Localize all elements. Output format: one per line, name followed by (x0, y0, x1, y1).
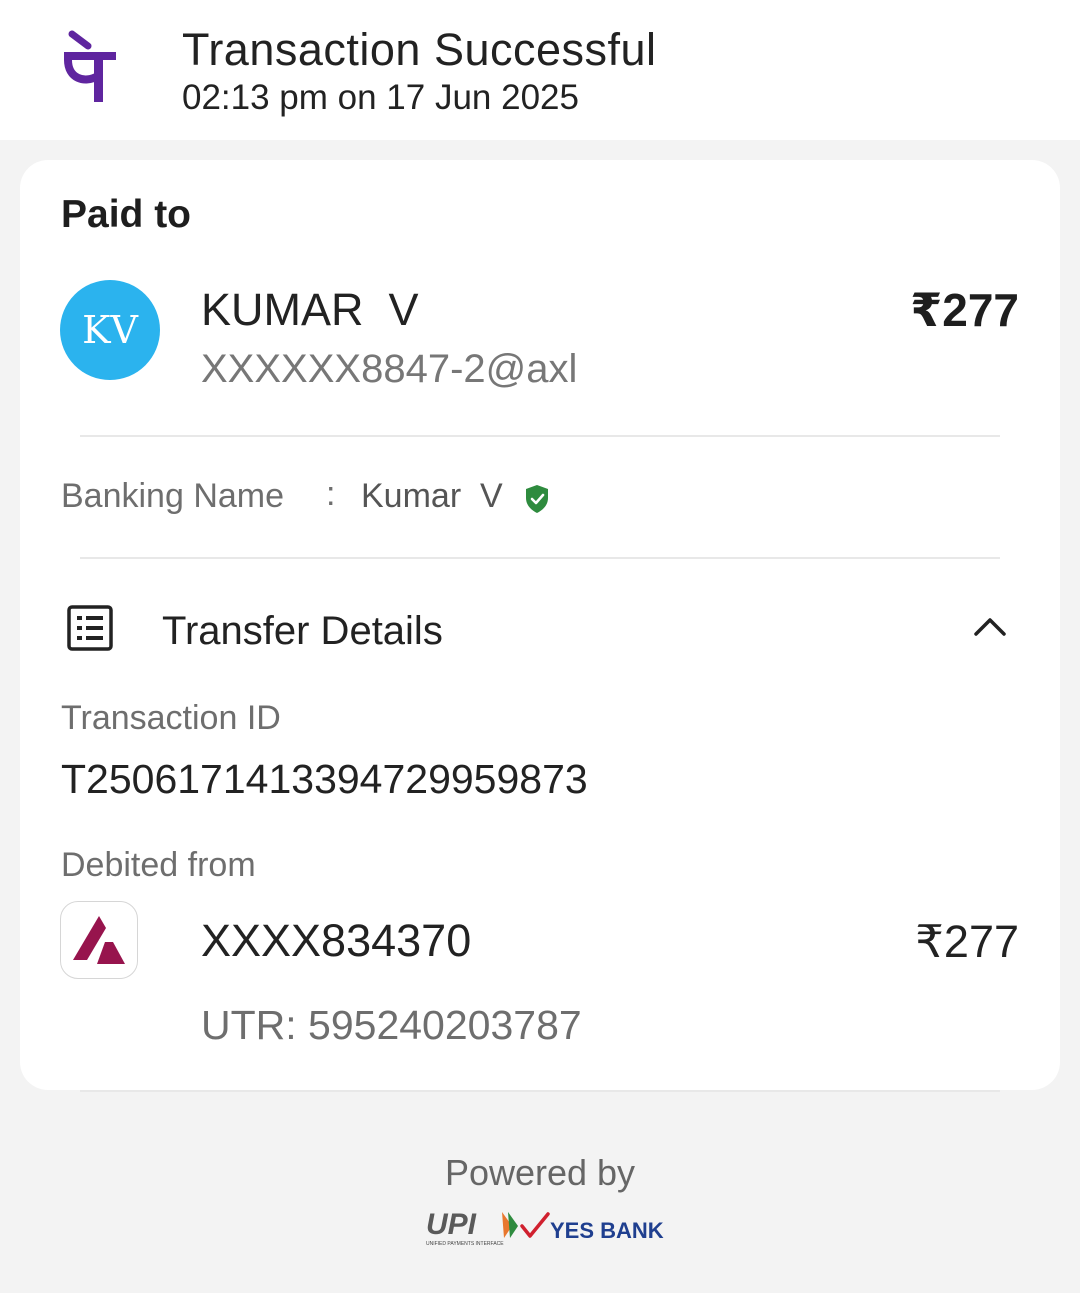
yes-bank-logo: YES BANK (520, 1212, 664, 1243)
upi-logo-text: UPI (426, 1208, 477, 1241)
transaction-status-title: Transaction Successful (182, 24, 657, 75)
upi-yes-bank-logos: UPI UNIFIED PAYMENTS INTERFACE YES BANK (426, 1208, 664, 1247)
transaction-datetime: 02:13 pm on 17 Jun 2025 (182, 78, 579, 117)
utr-number: UTR: 595240203787 (201, 1002, 582, 1048)
upi-tagline: UNIFIED PAYMENTS INTERFACE (426, 1241, 504, 1247)
transaction-id-value: T2506171413394729959873 (61, 756, 588, 802)
phonepe-logo-icon (64, 30, 116, 102)
paid-to-heading: Paid to (61, 193, 192, 236)
divider (80, 557, 1000, 559)
powered-by-text: Powered by (444, 1152, 636, 1193)
debited-from-label: Debited from (61, 846, 256, 884)
chevron-up-icon[interactable] (972, 614, 1008, 640)
verified-shield-icon (526, 485, 548, 513)
divider (80, 435, 1000, 437)
debited-amount: ₹277 (915, 916, 1019, 967)
paid-amount: ₹277 (910, 284, 1019, 336)
debited-account-number: XXXX834370 (201, 915, 472, 966)
banking-name-label: Banking Name (61, 477, 285, 515)
payee-upi-id: XXXXXX8847-2@axl (201, 347, 578, 391)
axis-bank-logo (60, 901, 138, 979)
payee-name: KUMAR V (201, 284, 419, 335)
payee-avatar: KV (60, 280, 160, 380)
transfer-details-title: Transfer Details (162, 609, 443, 653)
yes-bank-text: YES BANK (550, 1218, 664, 1243)
banking-name-value: Kumar V (361, 477, 503, 515)
banking-name-colon: : (326, 475, 336, 513)
upi-logo: UPI UNIFIED PAYMENTS INTERFACE (426, 1208, 518, 1247)
app-header: Transaction Successful 02:13 pm on 17 Ju… (0, 0, 1080, 140)
axis-bank-logo-icon (73, 916, 125, 964)
transaction-id-label: Transaction ID (61, 699, 281, 737)
divider (80, 1090, 1000, 1092)
receipt-list-icon (67, 605, 113, 651)
avatar-initials: KV (82, 308, 138, 352)
